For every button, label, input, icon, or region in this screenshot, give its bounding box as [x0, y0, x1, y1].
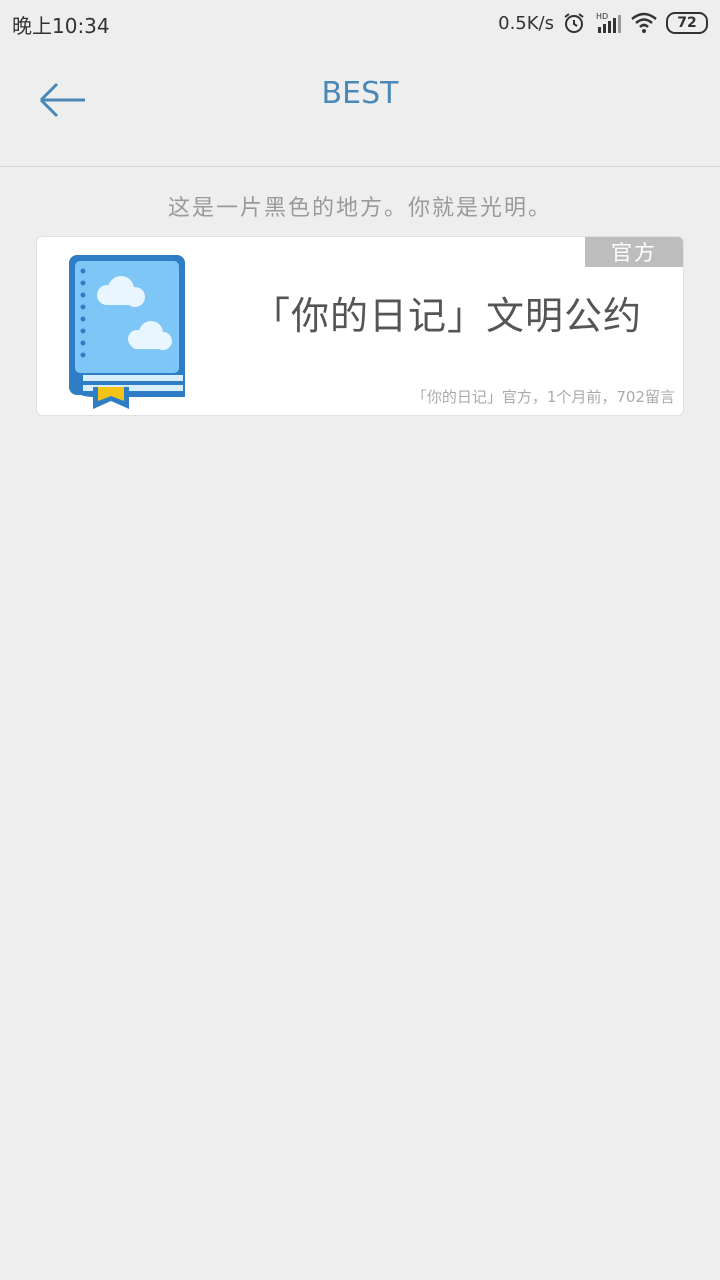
wifi-icon — [630, 11, 658, 35]
status-time: 晚上10:34 — [12, 14, 110, 38]
signal-icon: HD — [594, 11, 622, 35]
diary-book-icon — [63, 251, 193, 411]
page-subtitle: 这是一片黑色的地方。你就是光明。 — [167, 196, 552, 221]
battery-icon: 72 — [666, 12, 708, 34]
status-indicators: 0.5K/s HD 72 — [498, 10, 708, 36]
official-badge: 官方 — [585, 237, 683, 267]
card-meta: 「你的日记」官方，1个月前，702留言 — [411, 388, 675, 406]
diary-card[interactable]: 官方 「你的日记」文明公约 「你的日记」官方，1个月前，702留言 — [36, 236, 684, 416]
app-header: BEST — [0, 46, 720, 167]
page-title: BEST — [321, 76, 399, 111]
svg-text:HD: HD — [596, 12, 608, 21]
network-speed: 0.5K/s — [498, 12, 554, 34]
status-bar: 晚上10:34 0.5K/s HD 72 — [0, 0, 720, 46]
card-title: 「你的日记」文明公约 — [251, 294, 642, 338]
alarm-icon — [562, 11, 586, 35]
